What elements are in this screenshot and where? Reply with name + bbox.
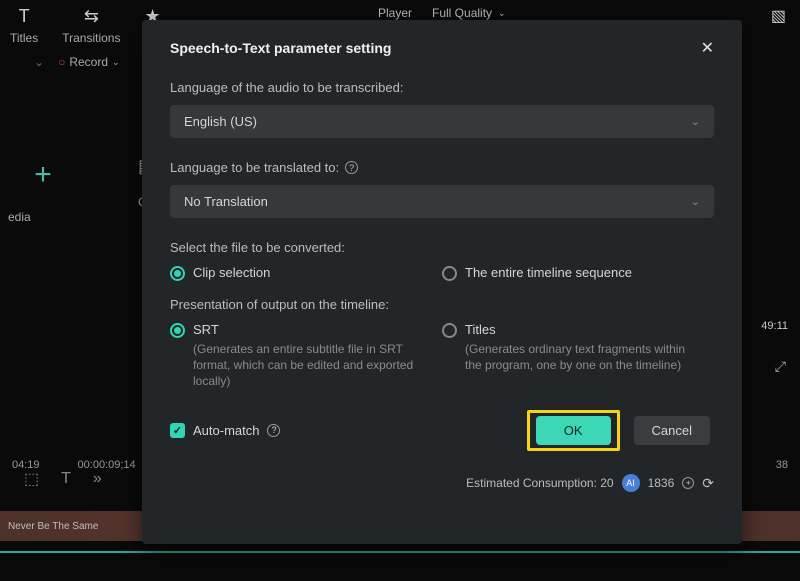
expand-icon[interactable]: ⤢ (775, 358, 786, 375)
player-label: Player (378, 6, 412, 20)
refresh-icon[interactable]: ⟳ (702, 475, 714, 492)
radio-entire-timeline[interactable]: The entire timeline sequence (442, 265, 714, 281)
speech-to-text-dialog: Speech-to-Text parameter setting ✕ Langu… (142, 20, 742, 544)
add-media-button[interactable]: + (8, 140, 78, 210)
timecode-1: 04:19 (12, 459, 40, 471)
screenshot-icon[interactable]: ▧ (771, 6, 786, 26)
audio-language-label: Language of the audio to be transcribed: (170, 80, 714, 95)
checkbox-checked-icon: ✓ (170, 423, 185, 438)
timecode-3: 38 (776, 459, 788, 471)
audio-language-select[interactable]: English (US)⌄ (170, 105, 714, 138)
auto-match-checkbox[interactable]: ✓ Auto-match ? (170, 423, 280, 438)
crop-icon[interactable]: ⬚ (24, 469, 39, 489)
estimated-consumption: Estimated Consumption: 20 AI 1836 + ⟳ (466, 474, 714, 492)
ok-button[interactable]: OK (536, 416, 611, 445)
dialog-title: Speech-to-Text parameter setting (170, 40, 391, 56)
info-icon[interactable]: ? (345, 161, 358, 174)
add-credits-icon[interactable]: + (682, 477, 694, 489)
file-select-label: Select the file to be converted: (170, 240, 714, 255)
timecode-2: 00:00:09;14 (78, 459, 136, 471)
translate-language-select[interactable]: No Translation⌄ (170, 185, 714, 218)
info-icon[interactable]: ? (267, 424, 280, 437)
tab-titles[interactable]: TTitles (10, 6, 38, 45)
radio-titles[interactable]: Titles (Generates ordinary text fragment… (442, 322, 714, 373)
close-button[interactable]: ✕ (701, 38, 714, 58)
presentation-label: Presentation of output on the timeline: (170, 297, 714, 312)
quality-select[interactable]: Full Quality⌄ (432, 6, 506, 20)
tab-transitions[interactable]: ⇆Transitions (62, 6, 120, 45)
more-tools-icon[interactable]: » (93, 470, 102, 488)
record-button[interactable]: Record ⌄ (58, 55, 119, 69)
ai-credits-icon: AI (622, 474, 640, 492)
radio-clip-selection[interactable]: Clip selection (170, 265, 442, 281)
radio-srt[interactable]: SRT (Generates an entire subtitle file i… (170, 322, 442, 390)
ok-highlight: OK (527, 410, 620, 451)
duration-label: 49:11 (761, 320, 788, 332)
chevron-down-icon: ⌄ (691, 115, 700, 128)
chevron-down-icon: ⌄ (691, 195, 700, 208)
media-label: edia (8, 210, 78, 224)
text-tool-icon[interactable]: T (61, 470, 71, 488)
translate-language-label: Language to be translated to: ? (170, 160, 714, 175)
cancel-button[interactable]: Cancel (634, 416, 710, 445)
dropdown-icon[interactable]: ⌄ (34, 55, 44, 69)
